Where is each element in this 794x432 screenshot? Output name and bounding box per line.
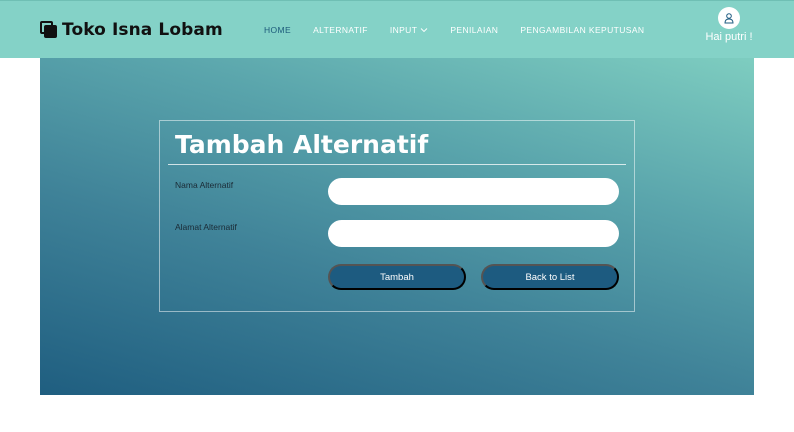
- nav-item-alternatif[interactable]: ALTERNATIF: [313, 25, 368, 35]
- nama-alternatif-label: Nama Alternatif: [175, 180, 234, 190]
- add-alternative-form: Tambah Alternatif Nama Alternatif Alamat…: [159, 120, 635, 312]
- nav-item-input[interactable]: INPUT: [390, 25, 429, 35]
- nav-item-penilaian[interactable]: PENILAIAN: [450, 25, 498, 35]
- main-nav: HOME ALTERNATIF INPUT PENILAIAN PENGAMBI…: [264, 25, 666, 35]
- back-to-list-button[interactable]: Back to List: [481, 264, 619, 290]
- nav-item-home[interactable]: HOME: [264, 25, 291, 35]
- page-title: Tambah Alternatif: [175, 130, 429, 159]
- tambah-button[interactable]: Tambah: [328, 264, 466, 290]
- user-menu[interactable]: Hai putri !: [700, 7, 758, 43]
- nav-item-pengambilan-keputusan[interactable]: PENGAMBILAN KEPUTUSAN: [520, 25, 644, 35]
- user-icon: [718, 7, 740, 29]
- nama-alternatif-input[interactable]: [328, 178, 619, 205]
- alamat-alternatif-input[interactable]: [328, 220, 619, 247]
- user-greeting: Hai putri !: [705, 31, 753, 43]
- brand-name: Toko Isna Lobam: [62, 20, 223, 40]
- nav-item-input-label: INPUT: [389, 25, 418, 35]
- navbar: Toko Isna Lobam HOME ALTERNATIF INPUT PE…: [0, 0, 794, 58]
- alamat-alternatif-label: Alamat Alternatif: [175, 222, 237, 232]
- title-divider: [168, 164, 626, 165]
- brand[interactable]: Toko Isna Lobam: [40, 20, 223, 40]
- hero-section: Tambah Alternatif Nama Alternatif Alamat…: [40, 58, 754, 395]
- chevron-down-icon: [420, 25, 428, 35]
- copy-squares-icon: [40, 21, 58, 39]
